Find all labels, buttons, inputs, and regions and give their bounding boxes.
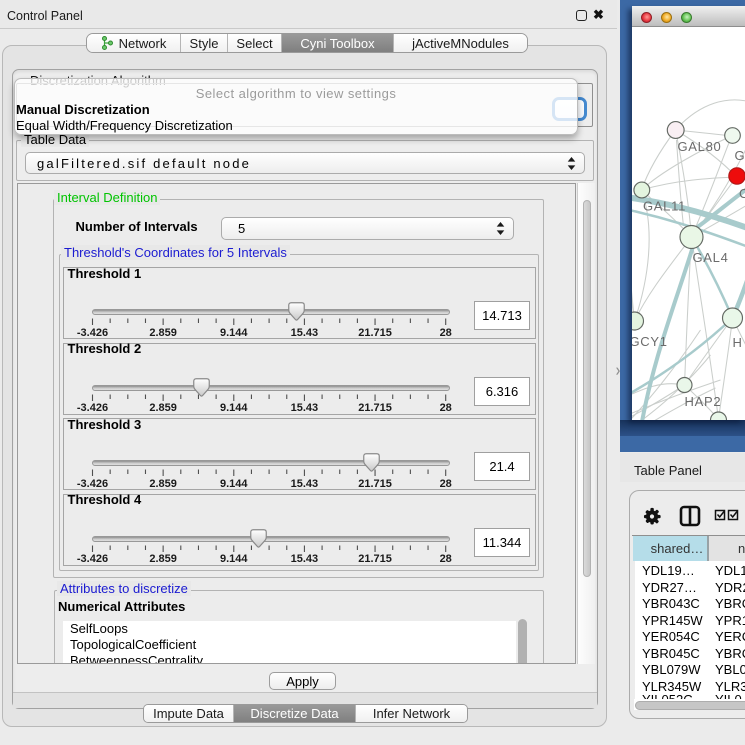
svg-text:C: C: [739, 186, 745, 201]
svg-text:GAL4: GAL4: [692, 250, 728, 265]
svg-text:GCY1: GCY1: [632, 334, 668, 349]
svg-text:H: H: [732, 335, 742, 350]
svg-text:HAP2: HAP2: [684, 394, 721, 409]
svg-text:GAL80: GAL80: [677, 139, 721, 154]
svg-text:GA: GA: [734, 148, 745, 163]
svg-text:GAL11: GAL11: [643, 199, 686, 214]
